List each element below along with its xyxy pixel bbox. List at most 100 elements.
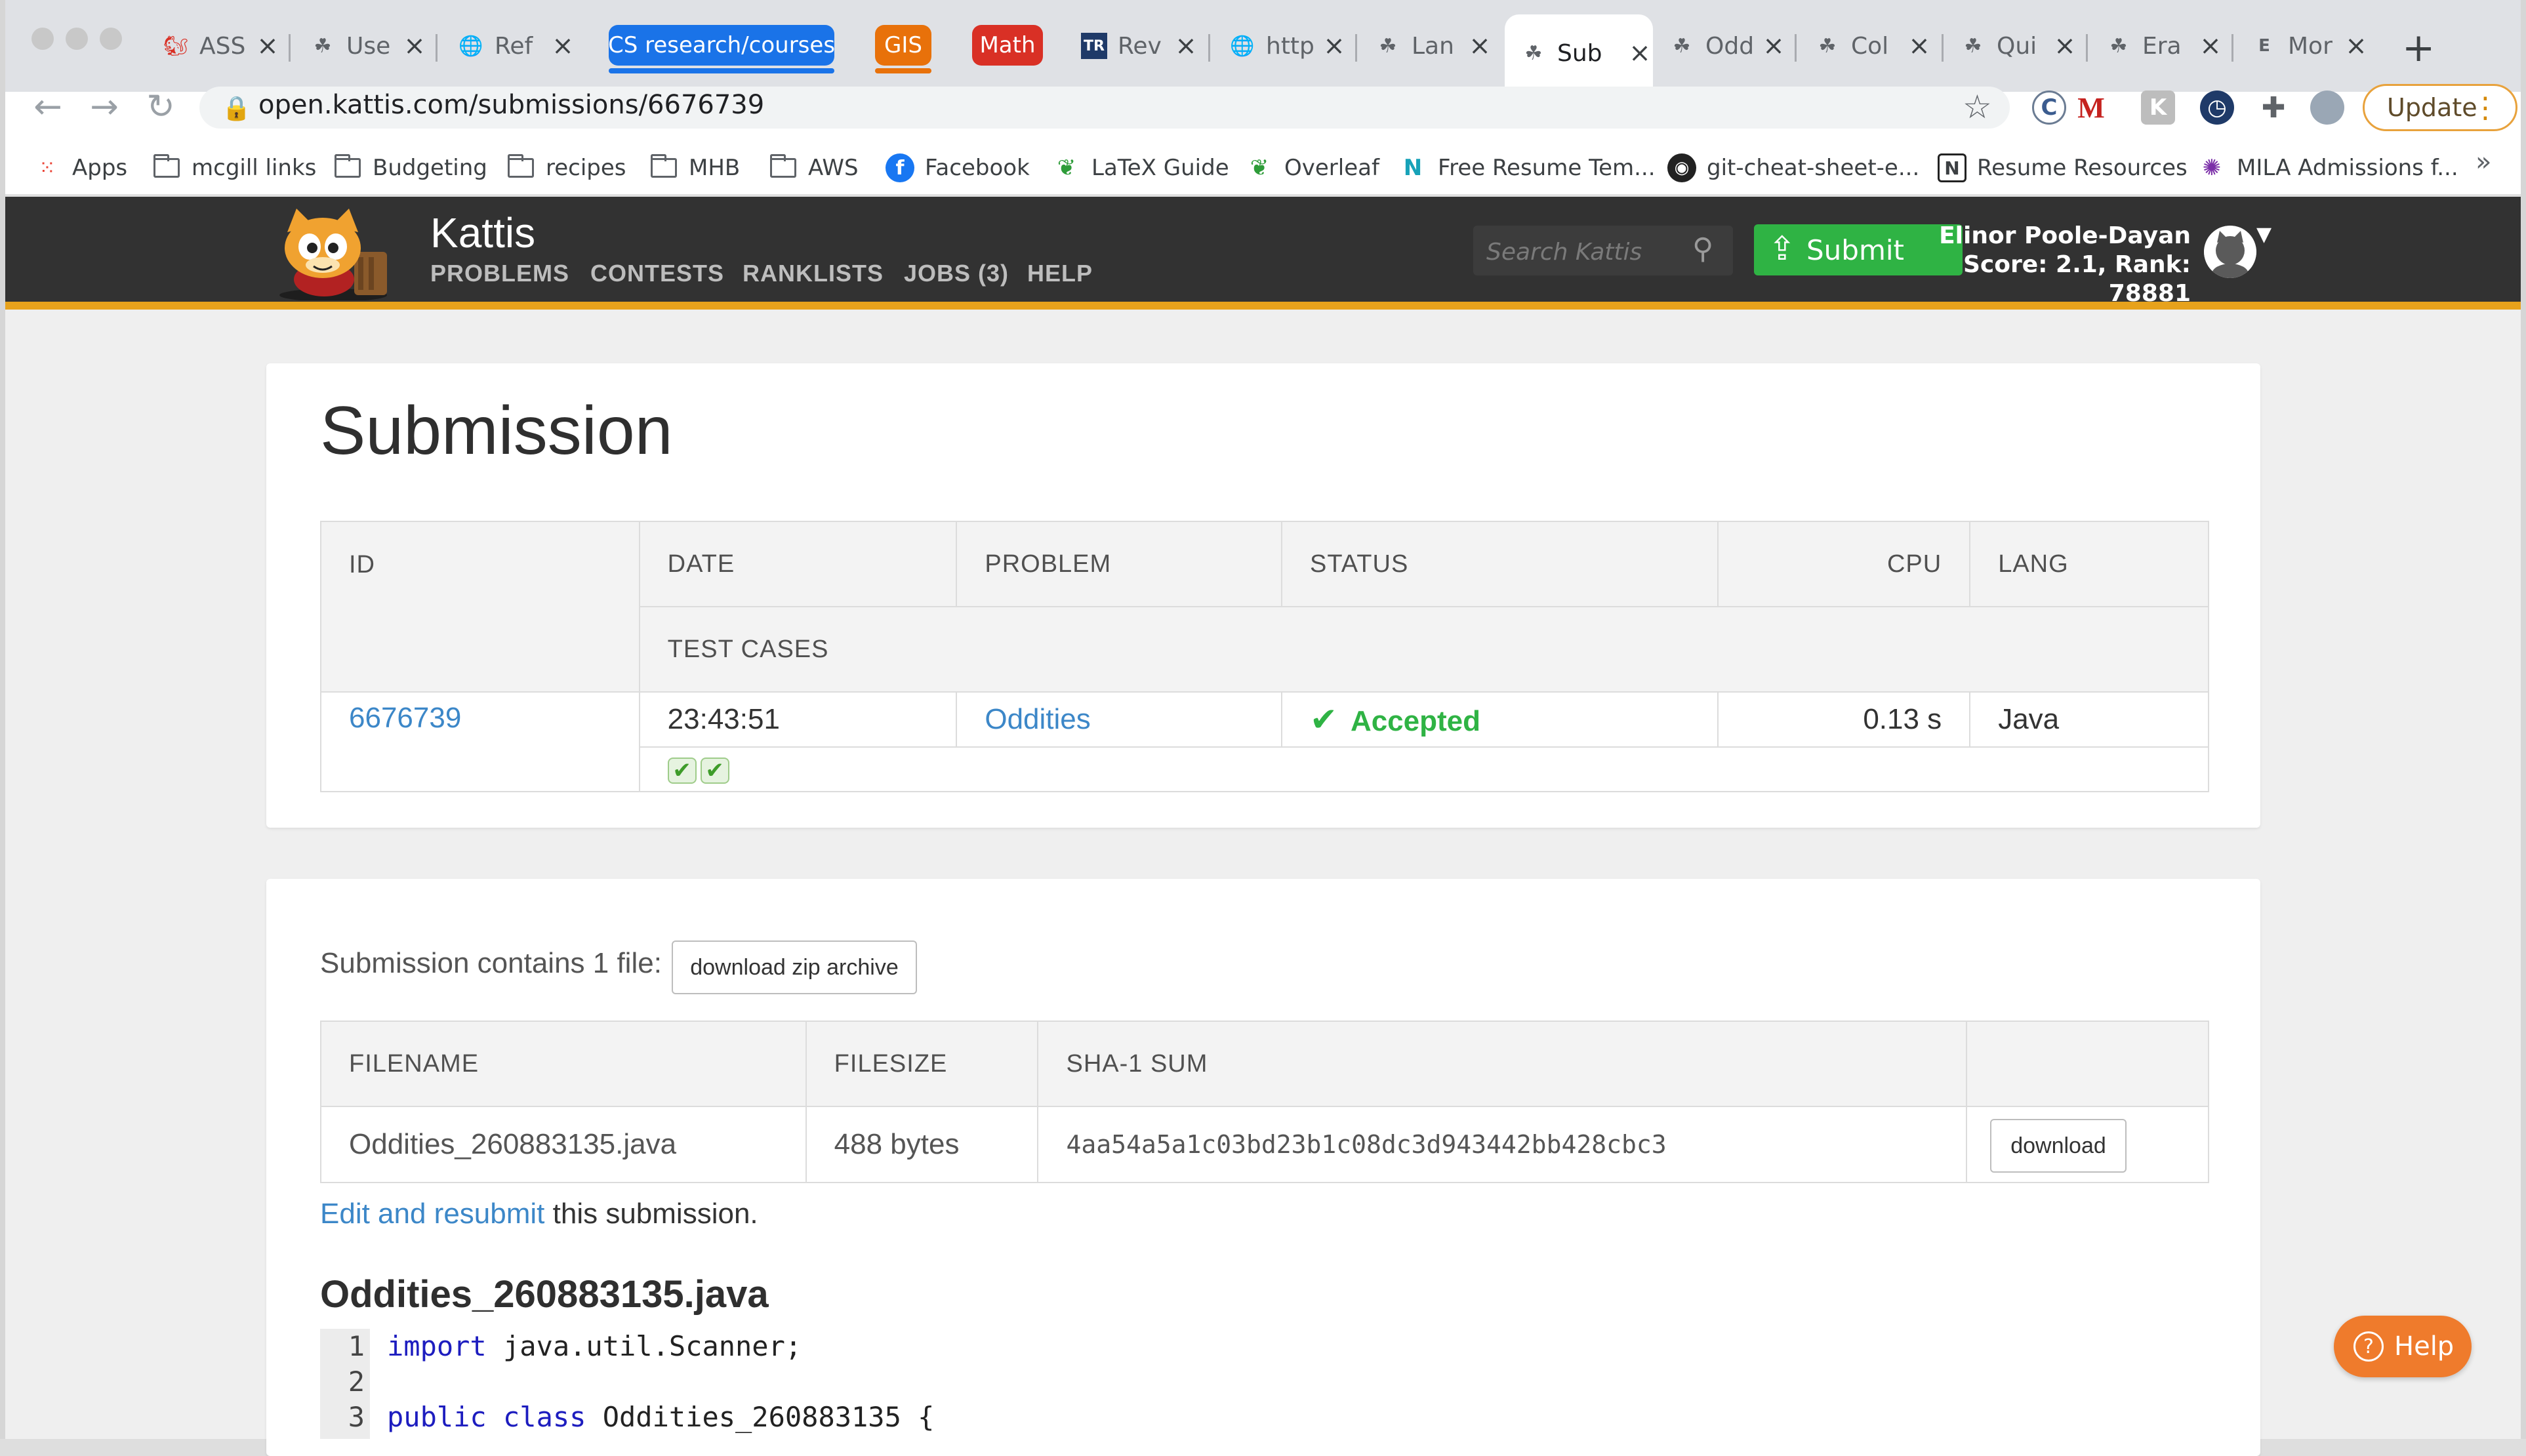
filename-cell: Oddities_260883135.java — [320, 1106, 807, 1183]
bookmark-mcgill-links[interactable]: mcgill links — [152, 148, 316, 188]
col-filesize: FILESIZE — [805, 1021, 1039, 1107]
lock-icon[interactable]: 🔒 — [222, 94, 251, 122]
close-icon[interactable]: × — [401, 31, 428, 61]
nav-problems[interactable]: PROBLEMS — [430, 260, 569, 287]
ext-k-icon[interactable]: K — [2141, 91, 2175, 125]
bookmark-latex-guide[interactable]: ❦ LaTeX Guide — [1052, 148, 1229, 188]
chevron-down-icon[interactable]: ▼ — [2256, 223, 2271, 246]
files-table: FILENAME FILESIZE SHA-1 SUM Oddities_260… — [320, 1021, 2210, 1183]
tab-col[interactable]: ☘ Col × — [1814, 20, 1932, 72]
folder-icon — [506, 153, 535, 182]
kattis-title[interactable]: Kattis — [430, 209, 535, 257]
code-line: 3 public class Oddities_260883135 { — [320, 1401, 935, 1436]
checkmark-icon: ✔ — [1310, 701, 1337, 738]
lang-cell: Java — [1969, 691, 2209, 748]
maximize-window-icon[interactable] — [100, 28, 122, 50]
download-file-button[interactable]: download — [1990, 1119, 2127, 1173]
tab-group-math[interactable]: Math — [972, 25, 1043, 66]
col-lang: LANG — [1969, 521, 2209, 607]
apps-grid-icon: ⁙ — [39, 156, 56, 180]
close-icon[interactable]: × — [1467, 31, 1493, 61]
tab-ass[interactable]: 🐿 ASS × — [163, 20, 281, 72]
user-name: Elinor Poole-Dayan — [1939, 222, 2191, 249]
problem-cell[interactable]: Oddities — [956, 691, 1283, 748]
close-icon[interactable]: × — [255, 31, 281, 61]
tab-odd[interactable]: ☘ Odd × — [1669, 20, 1787, 72]
url-text[interactable]: open.kattis.com/submissions/6676739 — [258, 90, 764, 120]
download-zip-button[interactable]: download zip archive — [672, 940, 917, 994]
profile-avatar[interactable] — [2310, 91, 2344, 125]
mila-dots-icon: ✺ — [2202, 155, 2222, 181]
close-icon[interactable]: × — [550, 31, 576, 61]
bookmark-star-icon[interactable]: ☆ — [1963, 88, 1992, 126]
code-text: Oddities_260883135 { — [586, 1401, 935, 1433]
minimize-window-icon[interactable] — [66, 28, 88, 50]
nav-jobs[interactable]: JOBS (3) — [904, 260, 1009, 287]
reload-icon[interactable]: ↻ — [138, 84, 184, 130]
ext-update-icon[interactable]: C — [2032, 91, 2066, 125]
col-cpu: CPU — [1717, 521, 1971, 607]
folder-icon — [769, 153, 798, 182]
bookmark-git-cheat-sheet[interactable]: ◉ git-cheat-sheet-e... — [1667, 148, 1919, 188]
close-window-icon[interactable] — [31, 28, 54, 50]
close-icon[interactable]: × — [1906, 31, 1932, 61]
user-info[interactable]: Elinor Poole-Dayan Score: 2.1, Rank: 788… — [1935, 222, 2191, 308]
nav-ranklists[interactable]: RANKLISTS — [743, 260, 884, 287]
close-icon[interactable]: × — [1627, 38, 1653, 68]
bookmark-free-resume[interactable]: N Free Resume Tem... — [1398, 148, 1656, 188]
tab-mor[interactable]: E Mor × — [2251, 20, 2369, 72]
ext-clock-icon[interactable]: ◷ — [2200, 91, 2234, 125]
bookmark-facebook[interactable]: f Facebook — [886, 148, 1030, 188]
nav-help[interactable]: HELP — [1027, 260, 1093, 287]
tab-group-gis[interactable]: GIS — [875, 25, 931, 66]
bookmark-mhb[interactable]: MHB — [649, 148, 740, 188]
tab-ref[interactable]: 🌐 Ref × — [458, 20, 576, 72]
tab-rev[interactable]: TR Rev × — [1081, 20, 1199, 72]
forward-arrow-icon[interactable]: → — [81, 84, 127, 130]
close-icon[interactable]: × — [2197, 31, 2224, 61]
test-case-passed-icon[interactable]: ✔ — [667, 758, 697, 784]
extensions-puzzle-icon[interactable]: ✚ — [2256, 91, 2291, 125]
bookmark-mila-admissions[interactable]: ✺ MILA Admissions f... — [2197, 148, 2458, 188]
submission-id-link[interactable]: 6676739 — [349, 702, 461, 734]
close-icon[interactable]: × — [1761, 31, 1787, 61]
test-case-passed-icon[interactable]: ✔ — [700, 758, 729, 784]
tab-sub-active[interactable]: ☘ Sub × — [1505, 14, 1653, 92]
bookmark-overleaf[interactable]: ❦ Overleaf — [1245, 148, 1379, 188]
bookmark-budgeting[interactable]: Budgeting — [333, 148, 487, 188]
back-arrow-icon[interactable]: ← — [25, 84, 71, 130]
update-button[interactable]: Update ⋮ — [2363, 84, 2517, 131]
tab-http[interactable]: 🌐 http × — [1229, 20, 1347, 72]
close-icon[interactable]: × — [1173, 31, 1199, 61]
user-avatar-icon[interactable] — [2204, 226, 2256, 278]
close-icon[interactable]: × — [2343, 31, 2369, 61]
bookmark-apps[interactable]: ⁙ Apps — [33, 148, 127, 188]
line-number: 1 — [348, 1330, 365, 1362]
bookmark-recipes[interactable]: recipes — [506, 148, 626, 188]
tab-qui[interactable]: ☘ Qui × — [1960, 20, 2078, 72]
help-button[interactable]: ? Help — [2334, 1316, 2472, 1377]
kattis-icon: ☘ — [1673, 34, 1691, 58]
code-line: 2 — [320, 1365, 387, 1401]
problem-link[interactable]: Oddities — [985, 703, 1090, 735]
tab-lan[interactable]: ☘ Lan × — [1375, 20, 1493, 72]
submission-table: ID DATE PROBLEM STATUS CPU LANG TEST CAS… — [320, 521, 2210, 792]
new-tab-plus-icon[interactable]: + — [2402, 25, 2435, 71]
ext-m-icon[interactable]: M — [2074, 91, 2108, 125]
source-file-heading: Oddities_260883135.java — [320, 1273, 769, 1316]
nav-contests[interactable]: CONTESTS — [590, 260, 724, 287]
submission-id-cell[interactable]: 6676739 — [320, 691, 640, 792]
edit-resubmit-link[interactable]: Edit and resubmit — [320, 1198, 544, 1230]
bookmarks-overflow-icon[interactable]: » — [2475, 147, 2491, 177]
tab-group-cs-research[interactable]: CS research/courses — [608, 25, 835, 66]
bookmark-resume-resources[interactable]: N Resume Resources — [1938, 148, 2188, 188]
github-icon: ◉ — [1667, 153, 1696, 182]
close-icon[interactable]: × — [2052, 31, 2078, 61]
kattis-cat-logo-icon[interactable] — [268, 209, 399, 300]
search-icon[interactable]: ⚲ — [1692, 232, 1713, 266]
test-cases-cell: ✔ ✔ — [638, 746, 2210, 792]
tab-use[interactable]: ☘ Use × — [310, 20, 428, 72]
tab-era[interactable]: ☘ Era × — [2106, 20, 2224, 72]
close-icon[interactable]: × — [1321, 31, 1347, 61]
bookmark-aws[interactable]: AWS — [769, 148, 859, 188]
